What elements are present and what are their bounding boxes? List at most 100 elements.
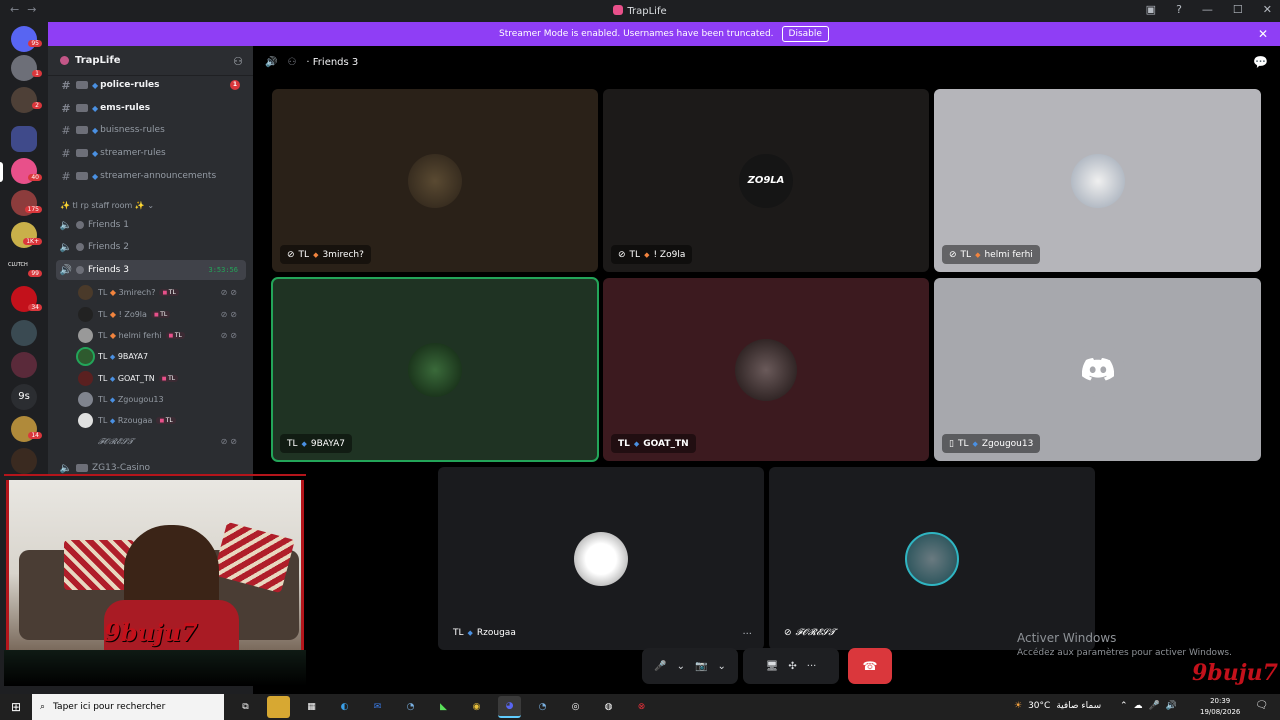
channel-buisness-rules[interactable]: # ◆ buisness-rules <box>56 120 246 140</box>
inbox-icon[interactable]: ▣ <box>1146 3 1156 16</box>
voice-channel-friends-3[interactable]: 🔊 Friends 3 3:53:56 <box>56 260 246 280</box>
clutch-server-label[interactable]: CLUTCH <box>8 262 28 268</box>
voice-user[interactable]: TL ◆ Zgougou13 <box>78 389 246 410</box>
weather-widget[interactable]: ☀ 30°C سماء صافية <box>1014 701 1101 711</box>
app-icon[interactable]: ⊗ <box>630 696 653 718</box>
steam-icon[interactable]: ◔ <box>531 696 554 718</box>
activities-button[interactable]: ✣ <box>788 661 796 672</box>
category-staff-room[interactable]: ✨ tl rp staff room ✨ ⌄ <box>60 201 154 210</box>
diamond-icon: ◆ <box>109 310 117 319</box>
chevron-down-icon[interactable]: ⌄ <box>717 661 725 672</box>
chrome-icon[interactable]: ◉ <box>465 696 488 718</box>
avatar <box>1070 153 1125 208</box>
voice-user[interactable]: TL ◆ 9BAYA7 <box>76 346 246 367</box>
channel-label: police-rules <box>100 80 160 90</box>
voice-channel-friends-1[interactable]: 🔈 Friends 1 <box>56 215 246 235</box>
weather-icon: ☀ <box>1014 701 1023 711</box>
server-badge: 175 <box>24 206 42 213</box>
channel-label: buisness-rules <box>100 125 165 135</box>
voice-user[interactable]: TL ◆ RzougaaTL <box>78 410 246 431</box>
avatar <box>408 342 462 397</box>
close-window-button[interactable]: ✕ <box>1263 3 1272 16</box>
muted-camera-icons: ⊘⊘ <box>220 437 240 446</box>
more-options-button[interactable]: ··· <box>807 661 817 672</box>
channel-ems-rules[interactable]: # ◆ ems-rules <box>56 98 246 118</box>
voice-user[interactable]: TL ◆ GOAT_TNTL <box>78 368 246 389</box>
server-icon[interactable] <box>11 87 37 113</box>
voice-user[interactable]: 𝓕𝓞𝓡𝓔𝓢𝓣 ⊘⊘ <box>78 431 246 452</box>
participant-tile-speaking[interactable]: TL ◆ 9BAYA7 <box>271 277 599 462</box>
diamond-icon: ◆ <box>109 416 116 425</box>
diamond-icon: ◆ <box>92 125 99 135</box>
clock[interactable]: 20:39 19/08/2026 <box>1200 696 1240 718</box>
obs-icon[interactable]: ◎ <box>564 696 587 718</box>
disconnect-button[interactable]: ☎ <box>848 648 892 684</box>
app-icon[interactable]: ◍ <box>597 696 620 718</box>
participant-name: 3mirech? <box>322 249 364 260</box>
voice-channel-friends-2[interactable]: 🔈 Friends 2 <box>56 237 246 257</box>
participant-label: ▯ TL ◆ Zgougou13 <box>942 434 1041 453</box>
server-icon[interactable] <box>11 320 37 346</box>
minimize-button[interactable]: — <box>1202 3 1213 16</box>
participant-tile[interactable]: ▯ TL ◆ Zgougou13 <box>934 278 1261 461</box>
camera-off-icon: ⊘ <box>784 627 792 638</box>
mention-badge: 1 <box>230 80 240 90</box>
more-options-icon[interactable]: ··· <box>742 629 752 640</box>
home-dm-icon[interactable] <box>11 26 37 52</box>
voice-user[interactable]: TL ◆ helmi ferhiTL ⊘⊘ <box>78 325 246 346</box>
user-prefix: TL <box>98 288 108 297</box>
participant-tile[interactable]: ⊘ 𝓕𝓞𝓡𝓔𝓢𝓣 <box>769 467 1095 650</box>
activation-title: Activer Windows <box>1017 631 1117 645</box>
voice-user[interactable]: TL ◆ ! Zo9laTL ⊘⊘ <box>78 304 246 325</box>
diamond-icon: ◆ <box>109 374 116 383</box>
participant-tile[interactable]: TL ◆ GOAT_TN <box>603 278 929 461</box>
chat-icon[interactable]: 💬 <box>1253 55 1268 69</box>
maximize-button[interactable]: ☐ <box>1233 3 1243 16</box>
diamond-icon: ◆ <box>109 395 116 404</box>
participant-name: Rzougaa <box>476 627 516 638</box>
edge-icon[interactable]: ◐ <box>333 696 356 718</box>
voice-user[interactable]: TL ◆ 3mirech?TL ⊘⊘ <box>78 282 246 303</box>
system-tray[interactable]: ⌃☁🎤🔊 <box>1120 701 1183 711</box>
discord-taskbar-icon[interactable]: ◕ <box>498 696 521 718</box>
channel-streamer-announcements[interactable]: # ◆ streamer-announcements <box>56 166 246 186</box>
channel-streamer-rules[interactable]: # ◆ streamer-rules <box>56 143 246 163</box>
invite-people-icon[interactable]: ⚇ <box>233 55 243 68</box>
user-name: 3mirech? <box>118 288 156 297</box>
participant-tile[interactable]: TL ◆ Rzougaa ··· <box>438 467 764 650</box>
participant-tile[interactable]: ZO9LA ⊘ TL ◆! Zo9la <box>603 89 929 272</box>
camera-button[interactable]: 📷 <box>695 661 707 672</box>
folder-9s[interactable]: 9s <box>11 384 37 410</box>
participant-label: ⊘ TL ◆ helmi ferhi <box>942 245 1040 264</box>
search-placeholder: Taper ici pour rechercher <box>53 702 166 712</box>
mail-icon[interactable]: ✉ <box>366 696 389 718</box>
disable-streamer-mode-button[interactable]: Disable <box>781 26 829 42</box>
server-icon[interactable] <box>11 352 37 378</box>
steam-icon[interactable]: ◔ <box>399 696 422 718</box>
store-icon[interactable]: ▦ <box>300 696 323 718</box>
guild-header[interactable]: TrapLife ⚇ <box>48 46 253 76</box>
people-icon <box>76 221 84 229</box>
notification-icon[interactable]: 🗨 <box>1255 700 1268 711</box>
participant-tile[interactable]: ⊘ TL ◆ helmi ferhi <box>934 89 1261 272</box>
server-tag: TL <box>156 417 176 424</box>
chevron-down-icon[interactable]: ⌄ <box>677 661 685 672</box>
nvidia-icon[interactable]: ◣ <box>432 696 455 718</box>
taskbar-search[interactable]: ⌕ Taper ici pour rechercher <box>32 694 224 720</box>
participant-tile[interactable]: ⊘ TL ◆ 3mirech? <box>272 89 598 272</box>
screen-share-button[interactable]: 🖥 <box>766 661 779 672</box>
speaker-icon: 🔈 <box>59 219 73 231</box>
server-icon[interactable] <box>11 55 37 81</box>
channel-police-rules[interactable]: # ◆ police-rules 1 <box>56 75 246 95</box>
diamond-icon: ◆ <box>109 288 117 297</box>
start-button[interactable]: ⊞ <box>0 700 32 714</box>
file-explorer-icon[interactable] <box>267 696 290 718</box>
help-icon[interactable]: ? <box>1176 3 1182 16</box>
streamer-mode-message: Streamer Mode is enabled. Usernames have… <box>499 29 774 39</box>
close-banner-icon[interactable]: ✕ <box>1258 27 1268 41</box>
channel-label: streamer-rules <box>100 148 166 158</box>
task-view-icon[interactable]: ⧉ <box>234 696 257 718</box>
microphone-button[interactable]: 🎤 <box>654 661 666 672</box>
server-icon[interactable] <box>11 448 37 474</box>
folder-icon[interactable] <box>11 126 37 152</box>
